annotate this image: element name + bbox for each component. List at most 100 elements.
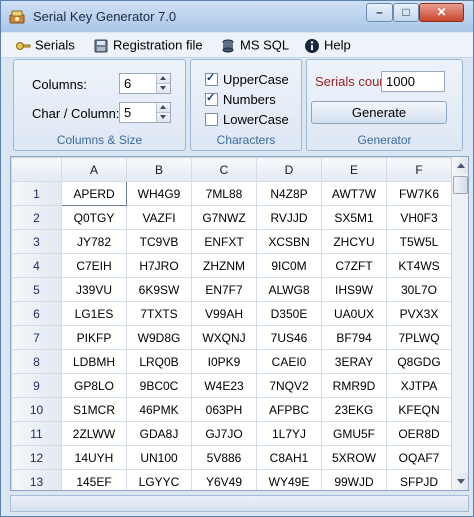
- serial-cell[interactable]: PVX3X: [386, 301, 452, 326]
- serial-cell[interactable]: OQAF7: [386, 445, 452, 470]
- serial-cell[interactable]: W4E23: [191, 373, 257, 398]
- serial-cell[interactable]: I0PK9: [191, 349, 257, 374]
- serial-cell[interactable]: IHS9W: [321, 277, 387, 302]
- serial-cell[interactable]: TC9VB: [126, 229, 192, 254]
- serial-cell[interactable]: WH4G9: [126, 181, 192, 206]
- serial-cell[interactable]: G7NWZ: [191, 205, 257, 230]
- serial-cell[interactable]: APERD: [61, 181, 127, 206]
- serial-cell[interactable]: UA0UX: [321, 301, 387, 326]
- serial-cell[interactable]: PIKFP: [61, 325, 127, 350]
- serial-cell[interactable]: FW7K6: [386, 181, 452, 206]
- numbers-checkbox[interactable]: Numbers: [205, 91, 276, 107]
- serial-cell[interactable]: UN100: [126, 445, 192, 470]
- serial-cell[interactable]: 7PLWQ: [386, 325, 452, 350]
- scroll-down-arrow-icon[interactable]: [452, 473, 468, 490]
- serial-cell[interactable]: H7JRO: [126, 253, 192, 278]
- serials-count-input[interactable]: 1000: [381, 71, 445, 92]
- minimize-button[interactable]: –: [366, 3, 393, 22]
- row-header[interactable]: 1: [11, 181, 62, 206]
- close-button[interactable]: ✕: [419, 3, 464, 22]
- char-per-column-stepper[interactable]: 5: [119, 102, 171, 123]
- serial-cell[interactable]: AWT7W: [321, 181, 387, 206]
- serial-cell[interactable]: VAZFI: [126, 205, 192, 230]
- row-header[interactable]: 5: [11, 277, 62, 302]
- serial-cell[interactable]: WXQNJ: [191, 325, 257, 350]
- serial-cell[interactable]: 7ML88: [191, 181, 257, 206]
- columns-stepper[interactable]: 6: [119, 73, 171, 94]
- column-header[interactable]: E: [321, 157, 387, 182]
- serial-cell[interactable]: 14UYH: [61, 445, 127, 470]
- columns-decrement-arrow-icon[interactable]: [156, 84, 170, 93]
- row-header[interactable]: 4: [11, 253, 62, 278]
- row-header[interactable]: 2: [11, 205, 62, 230]
- serial-cell[interactable]: GP8LO: [61, 373, 127, 398]
- serial-cell[interactable]: Q0TGY: [61, 205, 127, 230]
- serial-cell[interactable]: JY782: [61, 229, 127, 254]
- serial-cell[interactable]: S1MCR: [61, 397, 127, 422]
- column-header[interactable]: A: [61, 157, 127, 182]
- serial-cell[interactable]: BF794: [321, 325, 387, 350]
- serials-grid[interactable]: A B C D E F 1 APERD WH4G9 7ML88 N4Z8P AWT7W FW…: [10, 156, 469, 491]
- menu-registration-file[interactable]: Registration file: [93, 36, 203, 54]
- serial-cell[interactable]: 9BC0C: [126, 373, 192, 398]
- serial-cell[interactable]: Q8GDG: [386, 349, 452, 374]
- row-header[interactable]: 11: [11, 421, 62, 446]
- serial-cell[interactable]: 7TXTS: [126, 301, 192, 326]
- row-header[interactable]: 12: [11, 445, 62, 470]
- serial-cell[interactable]: 30L7O: [386, 277, 452, 302]
- serial-cell[interactable]: ZHCYU: [321, 229, 387, 254]
- serial-cell[interactable]: 1L7YJ: [256, 421, 322, 446]
- serial-cell[interactable]: T5W5L: [386, 229, 452, 254]
- row-header[interactable]: 7: [11, 325, 62, 350]
- serial-cell[interactable]: LRQ0B: [126, 349, 192, 374]
- serial-cell[interactable]: KT4WS: [386, 253, 452, 278]
- serial-cell[interactable]: W9D8G: [126, 325, 192, 350]
- serial-cell[interactable]: GDA8J: [126, 421, 192, 446]
- serial-cell[interactable]: 23EKG: [321, 397, 387, 422]
- serial-cell[interactable]: AFPBC: [256, 397, 322, 422]
- serial-cell[interactable]: ENFXT: [191, 229, 257, 254]
- serial-cell[interactable]: 5XROW: [321, 445, 387, 470]
- serial-cell[interactable]: CAEI0: [256, 349, 322, 374]
- row-header[interactable]: 9: [11, 373, 62, 398]
- menu-help[interactable]: Help: [304, 36, 351, 54]
- serial-cell[interactable]: VH0F3: [386, 205, 452, 230]
- serial-cell[interactable]: 2ZLWW: [61, 421, 127, 446]
- maximize-button[interactable]: □: [393, 3, 419, 22]
- serial-cell[interactable]: SFPJD: [386, 469, 452, 490]
- row-header[interactable]: 6: [11, 301, 62, 326]
- serial-cell[interactable]: C7EIH: [61, 253, 127, 278]
- serial-cell[interactable]: 7NQV2: [256, 373, 322, 398]
- row-header[interactable]: 8: [11, 349, 62, 374]
- serial-cell[interactable]: 99WJD: [321, 469, 387, 490]
- serial-cell[interactable]: C8AH1: [256, 445, 322, 470]
- serial-cell[interactable]: EN7F7: [191, 277, 257, 302]
- serial-cell[interactable]: OER8D: [386, 421, 452, 446]
- serial-cell[interactable]: RMR9D: [321, 373, 387, 398]
- serial-cell[interactable]: J39VU: [61, 277, 127, 302]
- menu-ms-sql[interactable]: MS SQL: [220, 36, 289, 54]
- serial-cell[interactable]: N4Z8P: [256, 181, 322, 206]
- scroll-thumb[interactable]: [453, 176, 468, 194]
- column-header[interactable]: F: [386, 157, 452, 182]
- serial-cell[interactable]: D350E: [256, 301, 322, 326]
- serial-cell[interactable]: 5V886: [191, 445, 257, 470]
- serial-cell[interactable]: GJ7JO: [191, 421, 257, 446]
- serial-cell[interactable]: KFEQN: [386, 397, 452, 422]
- lowercase-checkbox[interactable]: LowerCase: [205, 111, 289, 127]
- column-header[interactable]: C: [191, 157, 257, 182]
- column-header[interactable]: B: [126, 157, 192, 182]
- serial-cell[interactable]: 3ERAY: [321, 349, 387, 374]
- serial-cell[interactable]: XJTPA: [386, 373, 452, 398]
- serial-cell[interactable]: C7ZFT: [321, 253, 387, 278]
- serial-cell[interactable]: XCSBN: [256, 229, 322, 254]
- char-decrement-arrow-icon[interactable]: [156, 113, 170, 122]
- title-bar[interactable]: Serial Key Generator 7.0 – □ ✕: [1, 1, 473, 32]
- serial-cell[interactable]: GMU5F: [321, 421, 387, 446]
- char-increment-arrow-icon[interactable]: [156, 103, 170, 113]
- columns-increment-arrow-icon[interactable]: [156, 74, 170, 84]
- serial-cell[interactable]: WY49E: [256, 469, 322, 490]
- row-header[interactable]: 3: [11, 229, 62, 254]
- serial-cell[interactable]: LDBMH: [61, 349, 127, 374]
- vertical-scrollbar[interactable]: [451, 157, 468, 490]
